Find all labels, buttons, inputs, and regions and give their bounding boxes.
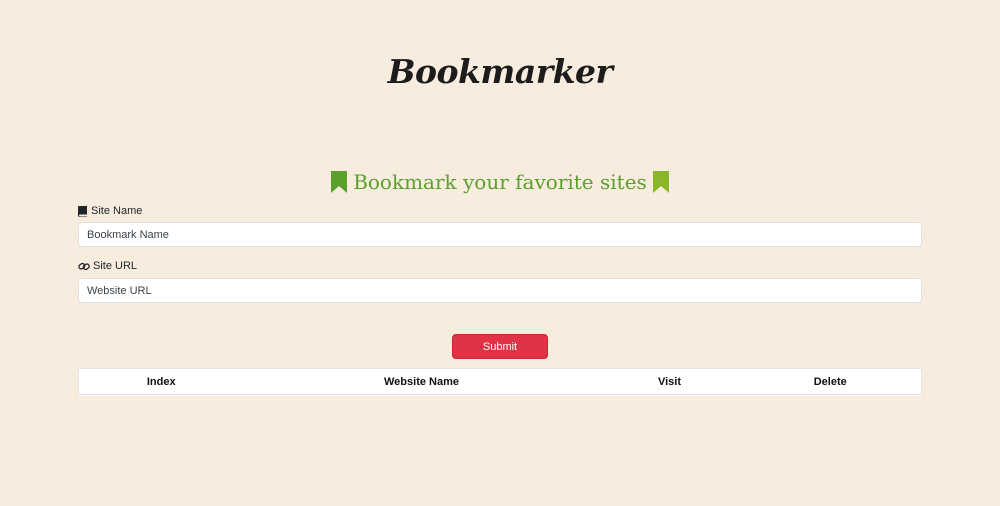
- site-url-input[interactable]: [78, 278, 922, 303]
- site-url-label-text: Site URL: [93, 260, 138, 272]
- page-heading: Bookmark your favorite sites: [0, 170, 1000, 194]
- column-header-website-name: Website Name: [384, 375, 459, 388]
- bookmark-icon: [652, 171, 669, 193]
- link-icon: [78, 262, 90, 270]
- heading-text: Bookmark your favorite sites: [353, 170, 647, 194]
- bookmark-icon: [331, 171, 348, 193]
- logo-text: Bookmarker: [387, 52, 613, 91]
- column-header-delete: Delete: [813, 375, 847, 388]
- logo: Bookmarker: [384, 52, 616, 91]
- table-header: Index Website Name Visit Delete: [79, 369, 922, 395]
- site-name-label-text: Site Name: [91, 205, 143, 217]
- site-url-label: Site URL: [78, 260, 137, 272]
- site-name-label: Site Name: [78, 205, 142, 217]
- column-header-visit: Visit: [657, 375, 682, 388]
- site-name-input[interactable]: [78, 222, 922, 247]
- logo-container: Bookmarker: [0, 52, 1000, 91]
- table-body: [79, 395, 922, 396]
- table-header-row: Index Website Name Visit Delete: [79, 369, 922, 395]
- submit-button[interactable]: Submit: [452, 334, 548, 359]
- column-header-index: Index: [146, 375, 176, 388]
- book-icon: [78, 205, 87, 217]
- bookmarks-table: Index Website Name Visit Delete: [78, 368, 922, 396]
